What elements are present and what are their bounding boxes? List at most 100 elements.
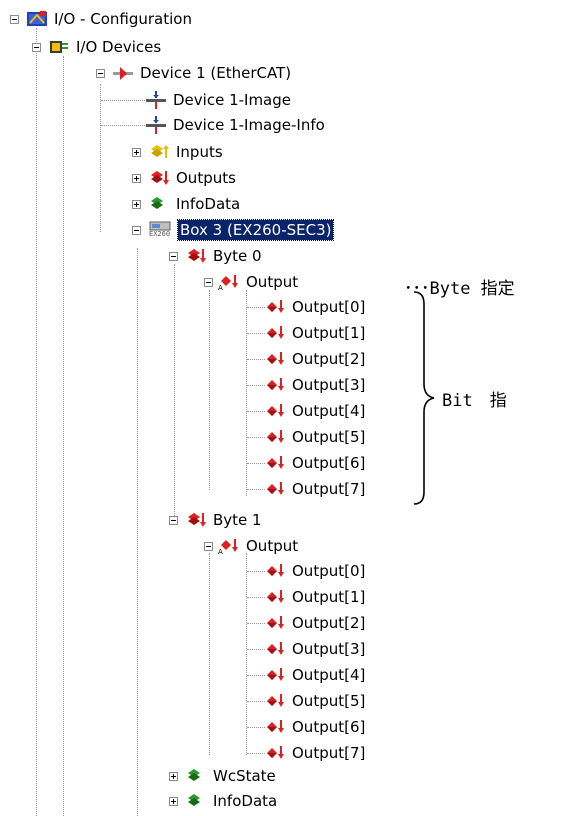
tree-connector	[247, 701, 265, 702]
tree-node-output-bit[interactable]: Output[1]	[264, 586, 367, 608]
tree-connector	[247, 623, 265, 624]
tree-node-output-bit[interactable]: Output[5]	[264, 426, 367, 448]
tree-node-label: Output[7]	[292, 480, 366, 498]
tree-node-byte-1[interactable]: Byte 1	[169, 509, 264, 531]
bit-specification-note: Bit 指	[442, 391, 507, 411]
tree-node-label: Output[3]	[292, 640, 366, 658]
tree-connector	[247, 675, 265, 676]
byte-output-icon	[185, 511, 207, 529]
tree-node-output-group[interactable]: A Output	[204, 271, 300, 293]
tree-connector	[247, 307, 265, 308]
tree-node-label: Device 1-Image-Info	[173, 116, 325, 134]
tree-node-io-devices[interactable]: I/O Devices	[32, 36, 163, 58]
output-bit-icon	[264, 402, 286, 420]
tree-node-output-bit[interactable]: Output[6]	[264, 716, 367, 738]
device-image-info-icon	[145, 116, 167, 134]
output-bit-icon	[264, 298, 286, 316]
tree-node-byte-0[interactable]: Byte 0	[169, 245, 264, 267]
tree-node-label: Byte 0	[213, 247, 262, 265]
tree-node-label: Outputs	[176, 169, 236, 187]
collapse-toggle[interactable]	[204, 542, 213, 551]
svg-text:A: A	[218, 284, 223, 291]
tree-node-output-bit[interactable]: Output[4]	[264, 400, 367, 422]
tree-node-output-bit[interactable]: Output[7]	[264, 478, 367, 500]
tree-node-output-bit[interactable]: Output[0]	[264, 296, 367, 318]
tree-node-label: WcState	[213, 767, 276, 785]
output-bit-icon	[264, 350, 286, 368]
expand-toggle[interactable]	[169, 797, 178, 806]
wcstate-icon	[185, 767, 207, 785]
tree-node-output-bit[interactable]: Output[3]	[264, 374, 367, 396]
device-image-icon	[145, 91, 167, 109]
bit-range-brace	[413, 291, 435, 505]
tree-node-output-bit[interactable]: Output[2]	[264, 348, 367, 370]
tree-node-label: Output	[246, 273, 299, 291]
output-bit-icon	[264, 666, 286, 684]
tree-node-device-image-info[interactable]: Device 1-Image-Info	[145, 114, 327, 136]
tree-node-wcstate[interactable]: WcState	[169, 765, 278, 787]
expand-toggle[interactable]	[132, 148, 141, 157]
tree-node-label: Output[3]	[292, 376, 366, 394]
output-bit-icon	[264, 324, 286, 342]
tree-node-infodata[interactable]: InfoData	[132, 193, 242, 215]
tree-connector	[247, 411, 265, 412]
box-badge: EX260	[149, 230, 171, 238]
tree-node-output-bit[interactable]: Output[6]	[264, 452, 367, 474]
tree-node-output-bit[interactable]: Output[1]	[264, 322, 367, 344]
tree-node-outputs[interactable]: Outputs	[132, 167, 238, 189]
tree-node-label: Output[4]	[292, 402, 366, 420]
tree-node-output-bit[interactable]: Output[0]	[264, 560, 367, 582]
io-devices-icon	[48, 38, 70, 56]
tree-guide-line	[246, 553, 247, 755]
tree-guide-line	[246, 290, 247, 496]
tree-node-infodata[interactable]: InfoData	[169, 790, 279, 812]
tree-guide-line	[209, 553, 210, 755]
tree-node-output-bit[interactable]: Output[4]	[264, 664, 367, 686]
tree-node-label: Output[7]	[292, 744, 366, 762]
collapse-toggle[interactable]	[32, 43, 41, 52]
tree-connector	[247, 385, 265, 386]
collapse-toggle[interactable]	[132, 226, 141, 235]
expand-toggle[interactable]	[132, 200, 141, 209]
tree-node-label: Device 1 (EtherCAT)	[140, 64, 292, 82]
expand-toggle[interactable]	[169, 772, 178, 781]
tree-node-output-bit[interactable]: Output[3]	[264, 638, 367, 660]
tree-node-device-1[interactable]: Device 1 (EtherCAT)	[96, 62, 293, 84]
tree-node-box-3[interactable]: EX260 Box 3 (EX260-SEC3)	[132, 219, 335, 241]
collapse-toggle[interactable]	[96, 69, 105, 78]
tree-node-label: Output	[246, 537, 299, 555]
tree-node-label: Output[1]	[292, 588, 366, 606]
tree-guide-line	[174, 264, 175, 516]
ex260-box-icon: EX260	[148, 221, 174, 239]
output-variable-icon: A	[218, 273, 240, 292]
output-bit-icon	[264, 428, 286, 446]
tree-node-label: Output[6]	[292, 718, 366, 736]
output-bit-icon	[264, 614, 286, 632]
output-bit-icon	[264, 744, 286, 762]
tree-node-label: Output[0]	[292, 562, 366, 580]
tree-node-device-image[interactable]: Device 1-Image	[145, 89, 293, 111]
tree-node-io-configuration[interactable]: I/O - Configuration	[10, 8, 194, 30]
tree-connector	[247, 597, 265, 598]
tree-node-output-group[interactable]: A Output	[204, 535, 300, 557]
tree-node-inputs[interactable]: Inputs	[132, 141, 225, 163]
tree-node-label: InfoData	[213, 792, 278, 810]
collapse-toggle[interactable]	[169, 516, 178, 525]
tree-node-label: Box 3 (EX260-SEC3)	[176, 219, 335, 241]
tree-node-label: Output[0]	[292, 298, 366, 316]
output-bit-icon	[264, 376, 286, 394]
tree-node-output-bit[interactable]: Output[5]	[264, 690, 367, 712]
tree-node-label: I/O - Configuration	[54, 10, 192, 28]
expand-toggle[interactable]	[132, 174, 141, 183]
output-bit-icon	[264, 718, 286, 736]
infodata-icon	[185, 792, 207, 810]
collapse-toggle[interactable]	[10, 15, 19, 24]
tree-node-output-bit[interactable]: Output[7]	[264, 742, 367, 764]
tree-connector	[247, 649, 265, 650]
tree-guide-line	[63, 56, 64, 816]
collapse-toggle[interactable]	[204, 278, 213, 287]
output-bit-icon	[264, 480, 286, 498]
tree-node-output-bit[interactable]: Output[2]	[264, 612, 367, 634]
collapse-toggle[interactable]	[169, 252, 178, 261]
tree-node-label: Output[6]	[292, 454, 366, 472]
